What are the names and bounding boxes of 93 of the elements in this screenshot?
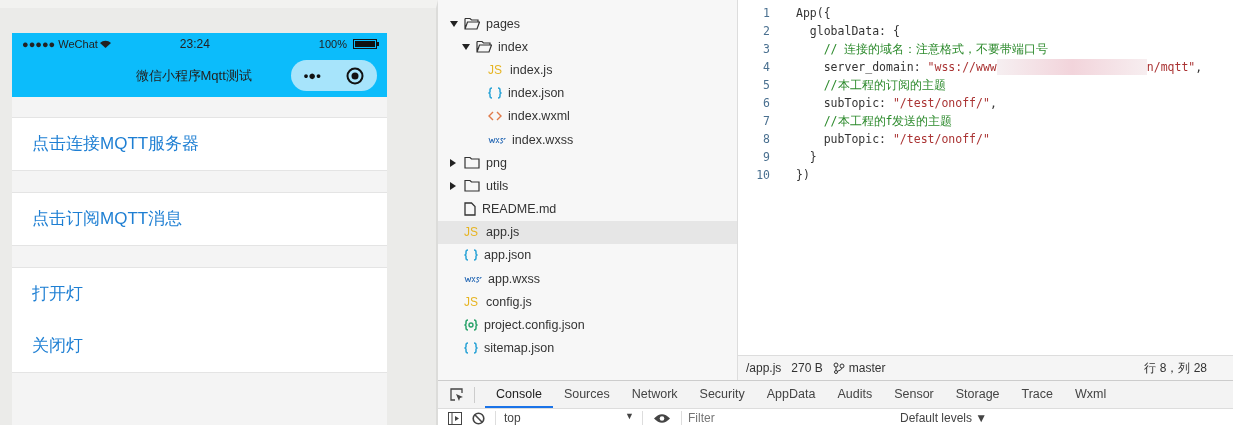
eye-icon[interactable]	[653, 412, 671, 424]
braces-icon	[488, 87, 502, 100]
code-comment: //本工程的f发送的主题	[822, 113, 953, 129]
line-number: 10	[755, 168, 770, 182]
menu-link[interactable]: 点击连接MQTT服务器	[12, 118, 387, 170]
code-text: ,	[989, 96, 997, 110]
clear-icon[interactable]	[472, 411, 485, 425]
close-icon[interactable]	[346, 66, 365, 85]
code-string: "/test/onoff/"	[892, 96, 990, 110]
cursor-position: 行 8，列 28	[1144, 359, 1207, 377]
code-string: n/mqtt"	[1146, 60, 1196, 74]
devtools-tab[interactable]: Audits	[826, 381, 884, 408]
code-text: subTopic:	[822, 96, 887, 110]
folder-icon	[464, 17, 480, 31]
devtools-tab[interactable]: Trace	[1010, 381, 1065, 408]
config-braces-icon	[464, 319, 478, 332]
branch-icon	[832, 362, 845, 374]
menu-link[interactable]: 点击订阅MQTT消息	[12, 193, 387, 245]
sidebar-toggle-icon[interactable]	[448, 411, 462, 425]
branch-name[interactable]: master	[848, 361, 886, 375]
line-number: 9	[762, 150, 770, 164]
devtools-tab[interactable]: Storage	[944, 381, 1011, 408]
file-path: /app.js	[746, 361, 782, 375]
folder-icon	[464, 156, 480, 170]
file-tree-item[interactable]: index.wxml	[438, 104, 737, 128]
js-file-icon: JS	[488, 62, 504, 77]
file-size: 270 B	[791, 361, 823, 375]
line-number: 6	[762, 96, 770, 110]
js-file-icon: JS	[464, 294, 480, 309]
devtools-tab[interactable]: Console	[485, 381, 553, 408]
code-text: }	[808, 150, 817, 164]
line-number: 8	[762, 132, 770, 146]
file-tree-item[interactable]: app.wxss	[438, 267, 737, 291]
caret-icon[interactable]	[450, 181, 456, 190]
caret-icon[interactable]	[450, 158, 456, 167]
devtools-tab[interactable]: Wxml	[1064, 381, 1118, 408]
file-tree-item[interactable]: index.wxss	[438, 127, 737, 152]
devtools-tab[interactable]: AppData	[755, 381, 827, 408]
stylesheet-icon	[488, 135, 506, 144]
code-text: App({	[796, 6, 831, 20]
code-text: globalData: {	[808, 24, 900, 38]
code-text: server_domain:	[822, 60, 922, 74]
file-tree-item[interactable]: app.json	[438, 243, 737, 268]
file-tree-item[interactable]: index	[438, 35, 737, 59]
inspect-icon[interactable]	[450, 387, 464, 402]
file-tree-item[interactable]: utils	[438, 174, 737, 198]
file-tree-item[interactable]: JS index.js	[438, 58, 737, 82]
battery-text: 100%	[318, 38, 347, 50]
file-tree-item[interactable]: README.md	[438, 197, 737, 221]
carrier-text: ●●●●● WeChat	[22, 38, 98, 50]
file-tree-item[interactable]: JS app.js	[438, 220, 737, 244]
code-string: "wss://www	[927, 60, 997, 74]
menu-link[interactable]: 关闭灯	[12, 320, 387, 372]
code-comment: //本工程的订阅的主题	[822, 77, 946, 93]
braces-icon	[464, 249, 478, 262]
file-tree-item[interactable]: JS config.js	[438, 290, 737, 314]
file-tree-item[interactable]: sitemap.json	[438, 336, 737, 360]
devtools-tab[interactable]: Network	[620, 381, 689, 408]
clock-text: 23:24	[179, 37, 210, 51]
braces-icon	[464, 342, 478, 355]
context-select[interactable]: top ▼	[495, 411, 643, 425]
line-number: 4	[762, 60, 770, 74]
caret-icon[interactable]	[450, 20, 458, 27]
page-title: 微信小程序Mqtt测试	[135, 67, 252, 85]
menu-link[interactable]: 打开灯	[12, 268, 387, 320]
line-number: 3	[762, 42, 770, 56]
levels-dropdown[interactable]: Default levels ▼	[894, 410, 994, 425]
line-number: 7	[762, 114, 770, 128]
code-comment: // 连接的域名：注意格式，不要带端口号	[822, 41, 1049, 57]
code-tag-icon	[488, 111, 502, 122]
code-text: })	[796, 168, 810, 182]
caret-icon[interactable]	[462, 43, 470, 50]
more-button[interactable]: •●•	[303, 68, 321, 83]
devtools-tab[interactable]: Sensor	[883, 381, 945, 408]
line-number: 5	[762, 78, 770, 92]
file-tree-item[interactable]: index.json	[438, 81, 737, 105]
devtools-tab[interactable]: Security	[688, 381, 756, 408]
folder-icon	[476, 40, 492, 54]
devtools-tab[interactable]: Sources	[552, 381, 621, 408]
stylesheet-icon	[464, 274, 482, 283]
folder-icon	[464, 179, 480, 193]
line-number: 1	[762, 6, 770, 20]
file-tree-item[interactable]: pages	[438, 12, 737, 36]
js-file-icon: JS	[464, 225, 480, 240]
wifi-icon	[99, 40, 111, 48]
file-tree-item[interactable]: project.config.json	[438, 313, 737, 337]
file-tree-item[interactable]: png	[438, 151, 737, 175]
code-text: pubTopic:	[822, 132, 887, 146]
document-icon	[464, 202, 476, 217]
battery-icon	[353, 39, 379, 49]
code-text: ,	[1195, 60, 1203, 74]
code-string: "/test/onoff/"	[892, 132, 990, 146]
line-number: 2	[762, 24, 770, 38]
